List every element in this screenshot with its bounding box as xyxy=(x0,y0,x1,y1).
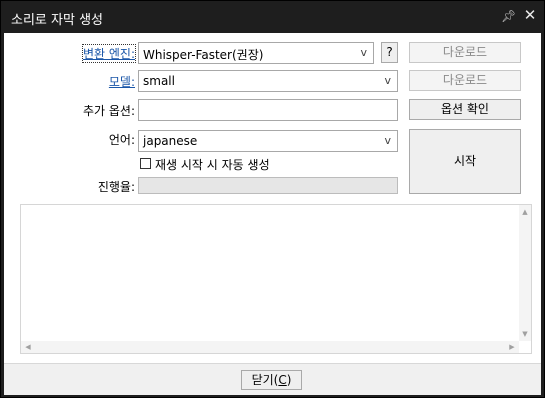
dialog-window: 소리로 자막 생성 📌︎ ✕ 변환 엔진: Whisper-Faster(권장)… xyxy=(1,1,544,397)
log-textarea[interactable]: ▲ ▼ ◀ ▶ xyxy=(20,204,532,354)
chevron-down-icon: v xyxy=(384,134,391,147)
close-button-label: 닫기( xyxy=(251,373,279,387)
options-input[interactable] xyxy=(138,99,398,121)
scroll-right-icon[interactable]: ▶ xyxy=(507,343,517,351)
horizontal-scrollbar[interactable]: ◀ ▶ xyxy=(21,341,519,353)
dialog-content: 변환 엔진: Whisper-Faster(권장) v ? 다운로드 모델: s… xyxy=(4,33,541,363)
progress-label: 진행율: xyxy=(97,180,135,194)
engine-select-value: Whisper-Faster(권장) xyxy=(143,48,264,62)
model-select-value: small xyxy=(143,74,175,88)
chevron-down-icon: v xyxy=(384,74,391,87)
close-icon[interactable]: ✕ xyxy=(523,7,537,23)
autostart-checkbox[interactable] xyxy=(140,158,151,169)
start-button[interactable]: 시작 xyxy=(409,129,521,194)
engine-download-button[interactable]: 다운로드 xyxy=(409,42,521,63)
scroll-left-icon[interactable]: ◀ xyxy=(23,343,33,351)
pin-icon[interactable]: 📌︎ xyxy=(501,9,516,23)
dialog-footer: 닫기(C) xyxy=(4,363,541,395)
language-select[interactable]: japanese v xyxy=(138,130,398,152)
window-title: 소리로 자막 생성 xyxy=(11,13,103,28)
model-label-link[interactable]: 모델: xyxy=(109,73,135,90)
options-label: 추가 옵션: xyxy=(82,104,135,118)
chevron-down-icon: v xyxy=(360,46,367,59)
engine-label-link[interactable]: 변환 엔진: xyxy=(81,44,137,63)
autostart-label[interactable]: 재생 시작 시 자동 생성 xyxy=(155,156,270,173)
model-download-button[interactable]: 다운로드 xyxy=(409,70,521,91)
vertical-scrollbar[interactable]: ▲ ▼ xyxy=(519,205,531,341)
progress-bar xyxy=(138,177,398,194)
options-check-button[interactable]: 옵션 확인 xyxy=(409,99,521,120)
engine-select[interactable]: Whisper-Faster(권장) v xyxy=(138,42,374,64)
close-button[interactable]: 닫기(C) xyxy=(241,370,302,390)
title-bar: 소리로 자막 생성 📌︎ ✕ xyxy=(1,1,544,33)
close-button-accesskey: C xyxy=(278,373,287,387)
language-select-value: japanese xyxy=(143,134,198,148)
help-button[interactable]: ? xyxy=(381,42,398,63)
scroll-down-icon[interactable]: ▼ xyxy=(520,330,530,338)
close-button-suffix: ) xyxy=(286,373,292,387)
model-select[interactable]: small v xyxy=(138,70,398,92)
scroll-up-icon[interactable]: ▲ xyxy=(520,208,530,216)
language-label: 언어: xyxy=(108,133,135,147)
